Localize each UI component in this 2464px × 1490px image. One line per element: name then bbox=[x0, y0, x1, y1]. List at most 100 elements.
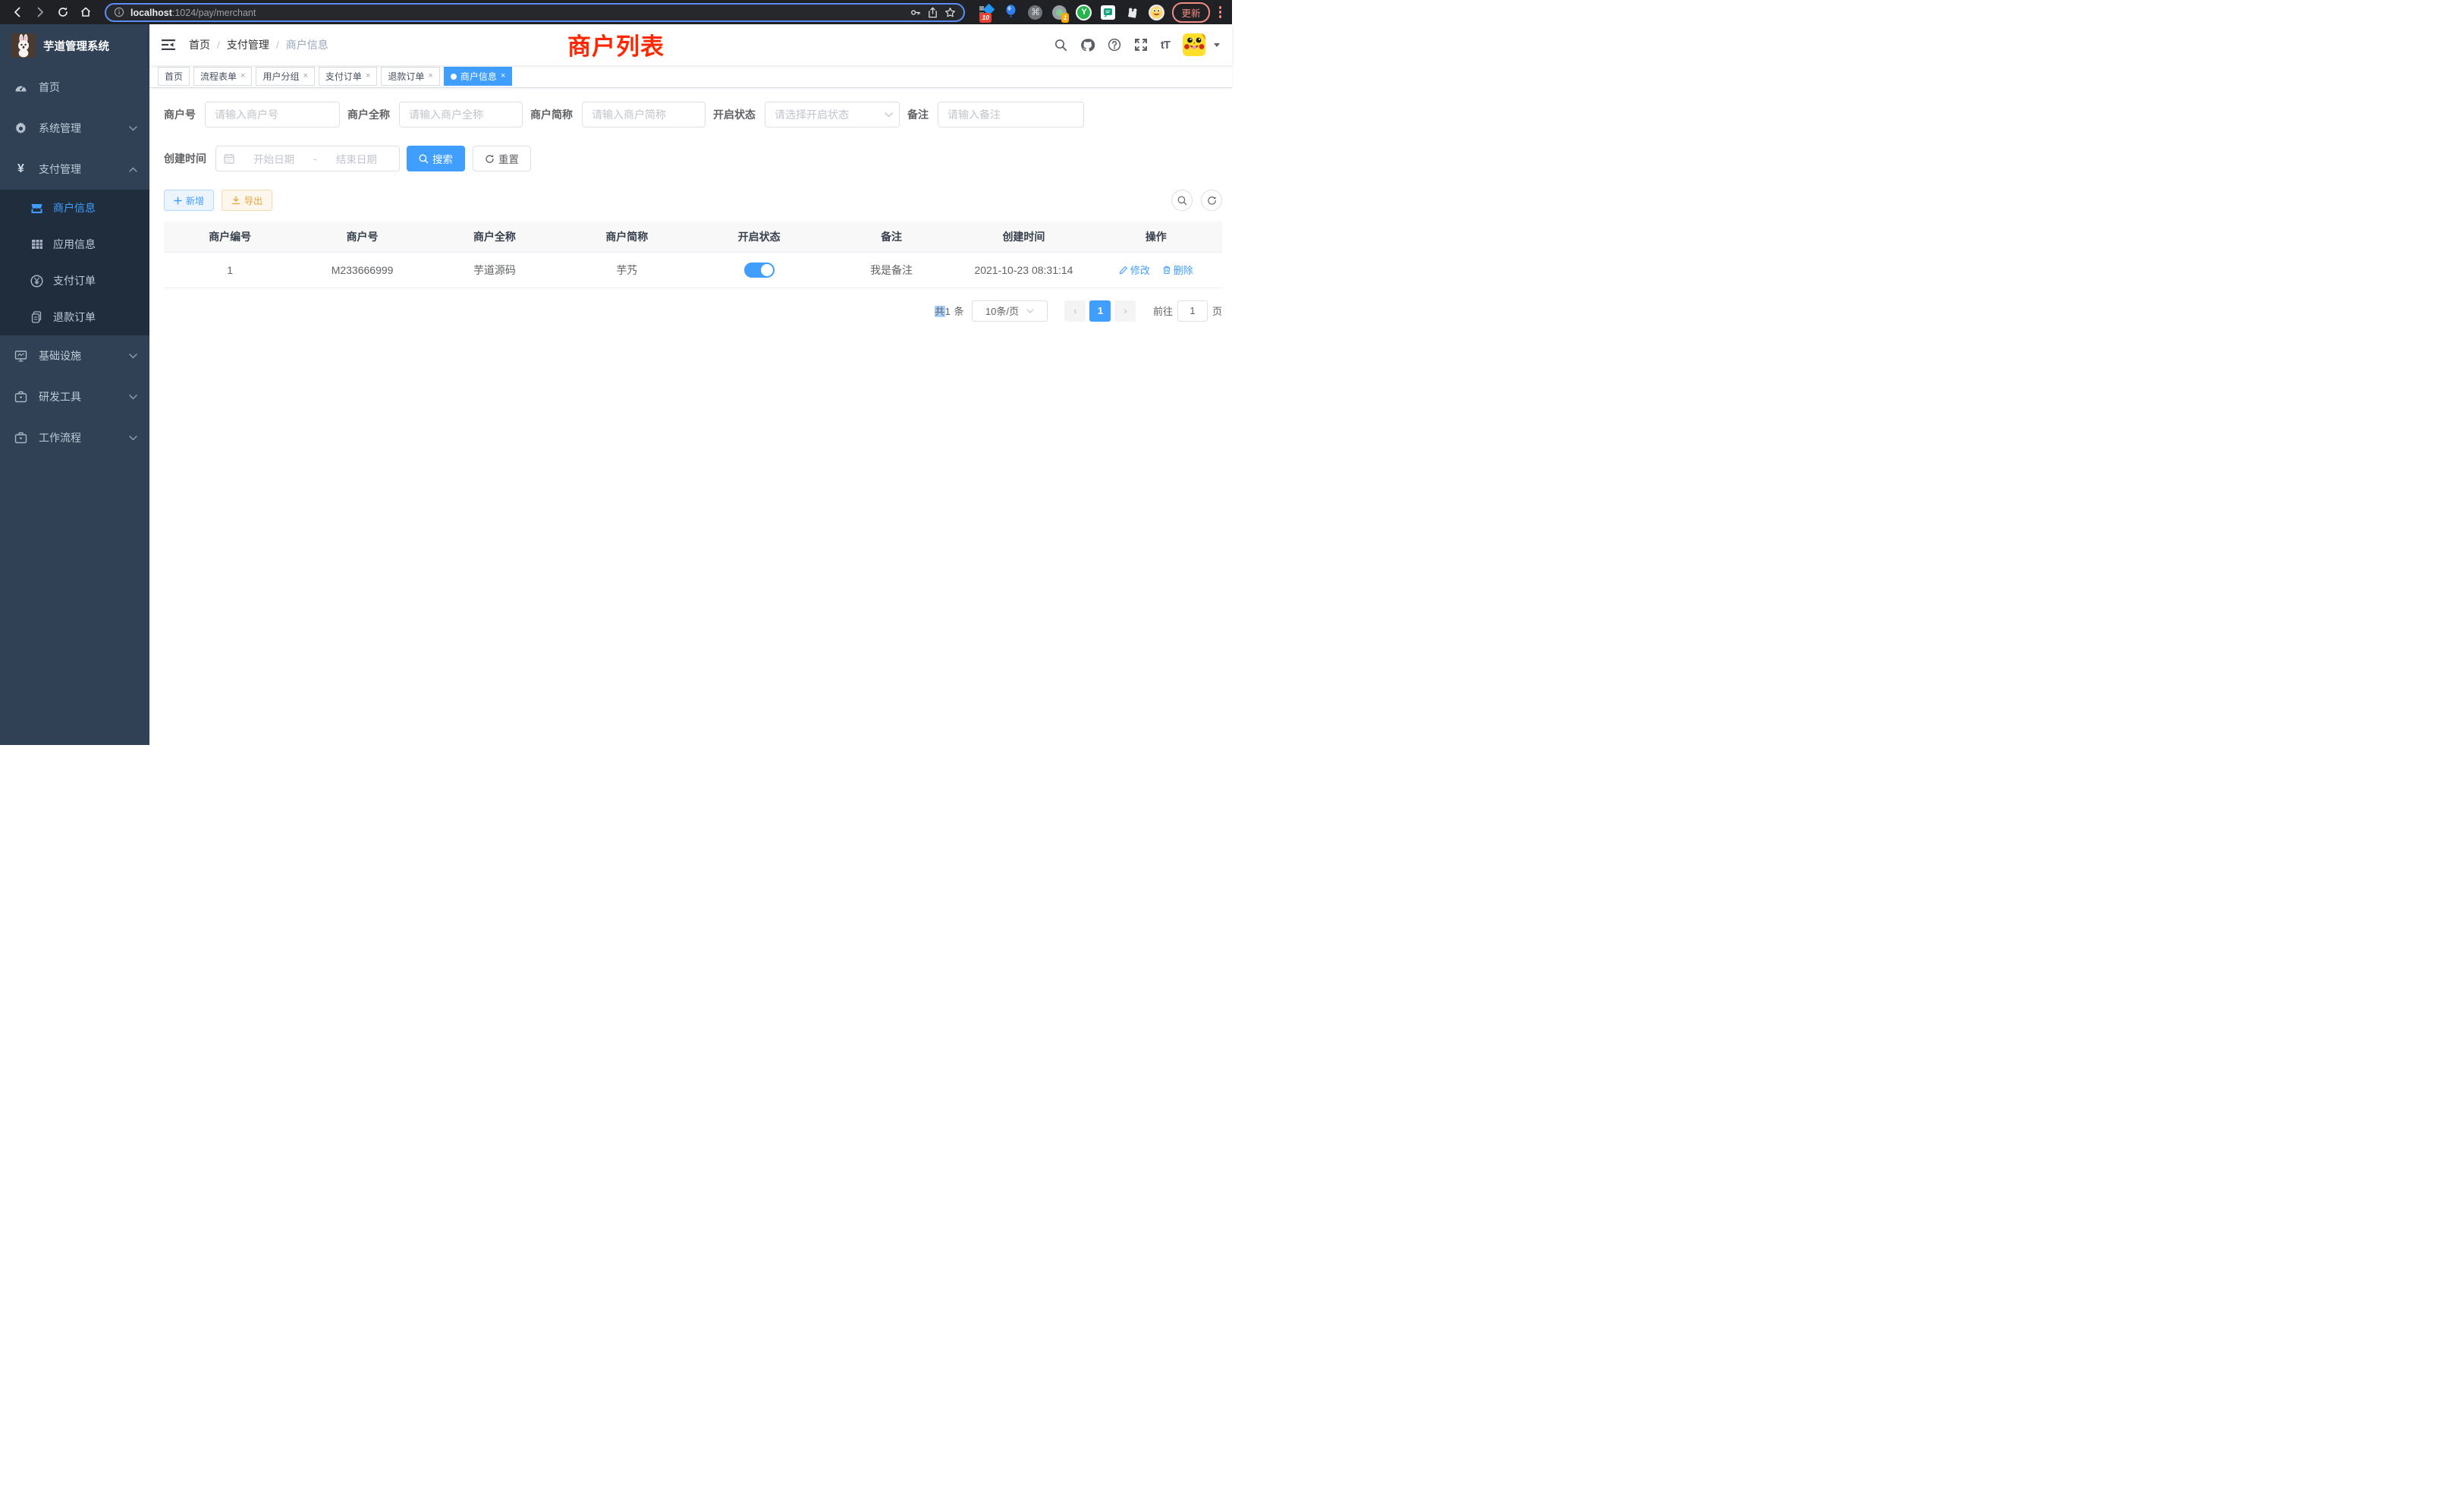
sidebar-item-pay-order[interactable]: 支付订单 bbox=[0, 262, 149, 299]
sidebar-item-pay[interactable]: ¥ 支付管理 bbox=[0, 149, 149, 190]
next-page-button[interactable]: › bbox=[1114, 300, 1136, 322]
font-size-icon[interactable]: tT bbox=[1161, 39, 1170, 52]
cell-full-name: 芋道源码 bbox=[429, 252, 561, 288]
status-toggle[interactable] bbox=[744, 262, 775, 278]
github-icon[interactable] bbox=[1080, 38, 1095, 52]
share-icon[interactable] bbox=[927, 7, 938, 18]
sidebar-item-dev-tools[interactable]: 研发工具 bbox=[0, 376, 149, 417]
tab-pay-order[interactable]: 支付订单 × bbox=[319, 67, 377, 86]
tab-label: 支付订单 bbox=[325, 70, 362, 83]
bookmark-star-icon[interactable] bbox=[944, 7, 956, 18]
logo-rabbit-avatar bbox=[11, 33, 36, 58]
password-key-icon[interactable] bbox=[910, 7, 921, 18]
close-icon[interactable]: × bbox=[428, 72, 432, 80]
extension-y-green-icon[interactable]: Y bbox=[1076, 5, 1092, 20]
full-name-input[interactable] bbox=[399, 102, 523, 127]
tab-home[interactable]: 首页 bbox=[158, 67, 190, 86]
close-icon[interactable]: × bbox=[303, 72, 307, 80]
tab-refund-order[interactable]: 退款订单× bbox=[381, 67, 439, 86]
extension-balloon-icon[interactable] bbox=[1003, 5, 1019, 20]
page-size-value: 10条/页 bbox=[985, 303, 1019, 318]
sidebar-item-refund-order[interactable]: 退款订单 bbox=[0, 299, 149, 335]
breadcrumb-item[interactable]: 首页 bbox=[189, 37, 210, 52]
tab-merchant-info[interactable]: 商户信息× bbox=[444, 67, 512, 86]
sidebar-item-workflow[interactable]: 工作流程 bbox=[0, 417, 149, 458]
url-host: localhost bbox=[130, 8, 172, 18]
chrome-update-button[interactable]: 更新 bbox=[1172, 2, 1209, 23]
sidebar-item-label: 系统管理 bbox=[39, 121, 81, 136]
extension-blue-diamond-icon[interactable]: 10 bbox=[979, 5, 995, 20]
pagination-total-prefix: 共 bbox=[935, 306, 945, 317]
short-name-input[interactable] bbox=[582, 102, 706, 127]
cell-merchant-no: M233666999 bbox=[296, 252, 428, 288]
status-select[interactable]: 请选择开启状态 bbox=[765, 102, 900, 127]
tab-process-form[interactable]: 流程表单× bbox=[193, 67, 252, 86]
page-info-icon[interactable] bbox=[114, 7, 124, 17]
chevron-down-icon bbox=[129, 354, 137, 359]
extensions-puzzle-icon[interactable] bbox=[1124, 5, 1140, 20]
url-bar[interactable]: localhost:1024/pay/merchant bbox=[105, 3, 965, 22]
search-button[interactable]: 搜索 bbox=[407, 146, 465, 171]
search-button-label: 搜索 bbox=[432, 151, 453, 166]
export-button-label: 导出 bbox=[244, 194, 262, 207]
reload-icon[interactable] bbox=[53, 2, 73, 22]
chevron-down-icon bbox=[1026, 309, 1034, 313]
create-time-daterange[interactable]: 开始日期 - 结束日期 bbox=[215, 146, 400, 171]
goto-page-input[interactable] bbox=[1177, 300, 1208, 322]
prev-page-button[interactable]: ‹ bbox=[1064, 300, 1086, 322]
user-avatar[interactable] bbox=[1183, 33, 1205, 56]
logo-row[interactable]: 芋道管理系统 bbox=[0, 24, 149, 67]
edit-link-label: 修改 bbox=[1130, 262, 1150, 277]
tags-view: 首页 流程表单× 用户分组× 支付订单 × 退款订单× 商户信息× bbox=[149, 65, 1232, 88]
column-header: 开启状态 bbox=[693, 222, 825, 252]
edit-link[interactable]: 修改 bbox=[1119, 262, 1150, 277]
url-path: :1024/pay/merchant bbox=[172, 8, 256, 18]
help-icon[interactable] bbox=[1108, 38, 1121, 52]
dashboard-icon bbox=[14, 81, 27, 94]
export-button[interactable]: 导出 bbox=[222, 190, 272, 211]
column-header: 商户编号 bbox=[164, 222, 296, 252]
fullscreen-icon[interactable] bbox=[1134, 38, 1148, 52]
sidebar-item-home[interactable]: 首页 bbox=[0, 67, 149, 108]
column-header: 商户号 bbox=[296, 222, 428, 252]
sidebar-fold-icon[interactable] bbox=[162, 39, 175, 51]
sidebar-item-label: 退款订单 bbox=[53, 310, 96, 325]
show-search-toggle-icon[interactable] bbox=[1171, 190, 1193, 211]
close-icon[interactable]: × bbox=[240, 72, 245, 80]
current-page-button[interactable]: 1 bbox=[1089, 300, 1111, 322]
close-icon[interactable]: × bbox=[366, 72, 370, 80]
refresh-table-icon[interactable] bbox=[1201, 190, 1222, 211]
extension-profile-icon[interactable]: 1 bbox=[1051, 5, 1067, 20]
date-separator: - bbox=[313, 153, 317, 165]
avatar-caret-icon[interactable] bbox=[1214, 43, 1220, 47]
reset-button[interactable]: 重置 bbox=[473, 146, 531, 171]
active-tab-dot bbox=[451, 74, 457, 80]
forward-icon[interactable] bbox=[30, 2, 50, 22]
extensions-area: 10 ⌘ 1 Y bbox=[979, 5, 1164, 20]
pagination-total: 共1 条 bbox=[935, 303, 964, 318]
sidebar-item-app-info[interactable]: 应用信息 bbox=[0, 226, 149, 262]
remark-input[interactable] bbox=[938, 102, 1084, 127]
breadcrumb: 首页 / 支付管理 / 商户信息 bbox=[189, 37, 328, 52]
page-size-select[interactable]: 10条/页 bbox=[972, 300, 1048, 322]
sidebar-item-merchant-info[interactable]: 商户信息 bbox=[0, 190, 149, 226]
search-icon[interactable] bbox=[1054, 39, 1067, 52]
filter-label: 商户全称 bbox=[347, 107, 399, 122]
back-icon[interactable] bbox=[8, 2, 27, 22]
home-icon[interactable] bbox=[76, 2, 96, 22]
column-header: 创建时间 bbox=[957, 222, 1089, 252]
sidebar-item-label: 基础设施 bbox=[39, 348, 81, 363]
chrome-menu-icon[interactable] bbox=[1219, 6, 1222, 18]
breadcrumb-item[interactable]: 支付管理 bbox=[227, 37, 269, 52]
extension-chat-icon[interactable] bbox=[1100, 5, 1116, 20]
sidebar-item-infra[interactable]: 基础设施 bbox=[0, 335, 149, 376]
merchant-no-input[interactable] bbox=[205, 102, 340, 127]
close-icon[interactable]: × bbox=[501, 72, 505, 80]
sidebar-item-system[interactable]: 系统管理 bbox=[0, 108, 149, 149]
profile-avatar-emoji-icon[interactable] bbox=[1149, 5, 1164, 20]
delete-link[interactable]: 删除 bbox=[1162, 262, 1193, 277]
cell-merchant-id: 1 bbox=[164, 252, 296, 288]
extension-command-icon[interactable]: ⌘ bbox=[1027, 5, 1043, 20]
add-button[interactable]: 新增 bbox=[164, 190, 214, 211]
tab-user-group[interactable]: 用户分组× bbox=[256, 67, 314, 86]
